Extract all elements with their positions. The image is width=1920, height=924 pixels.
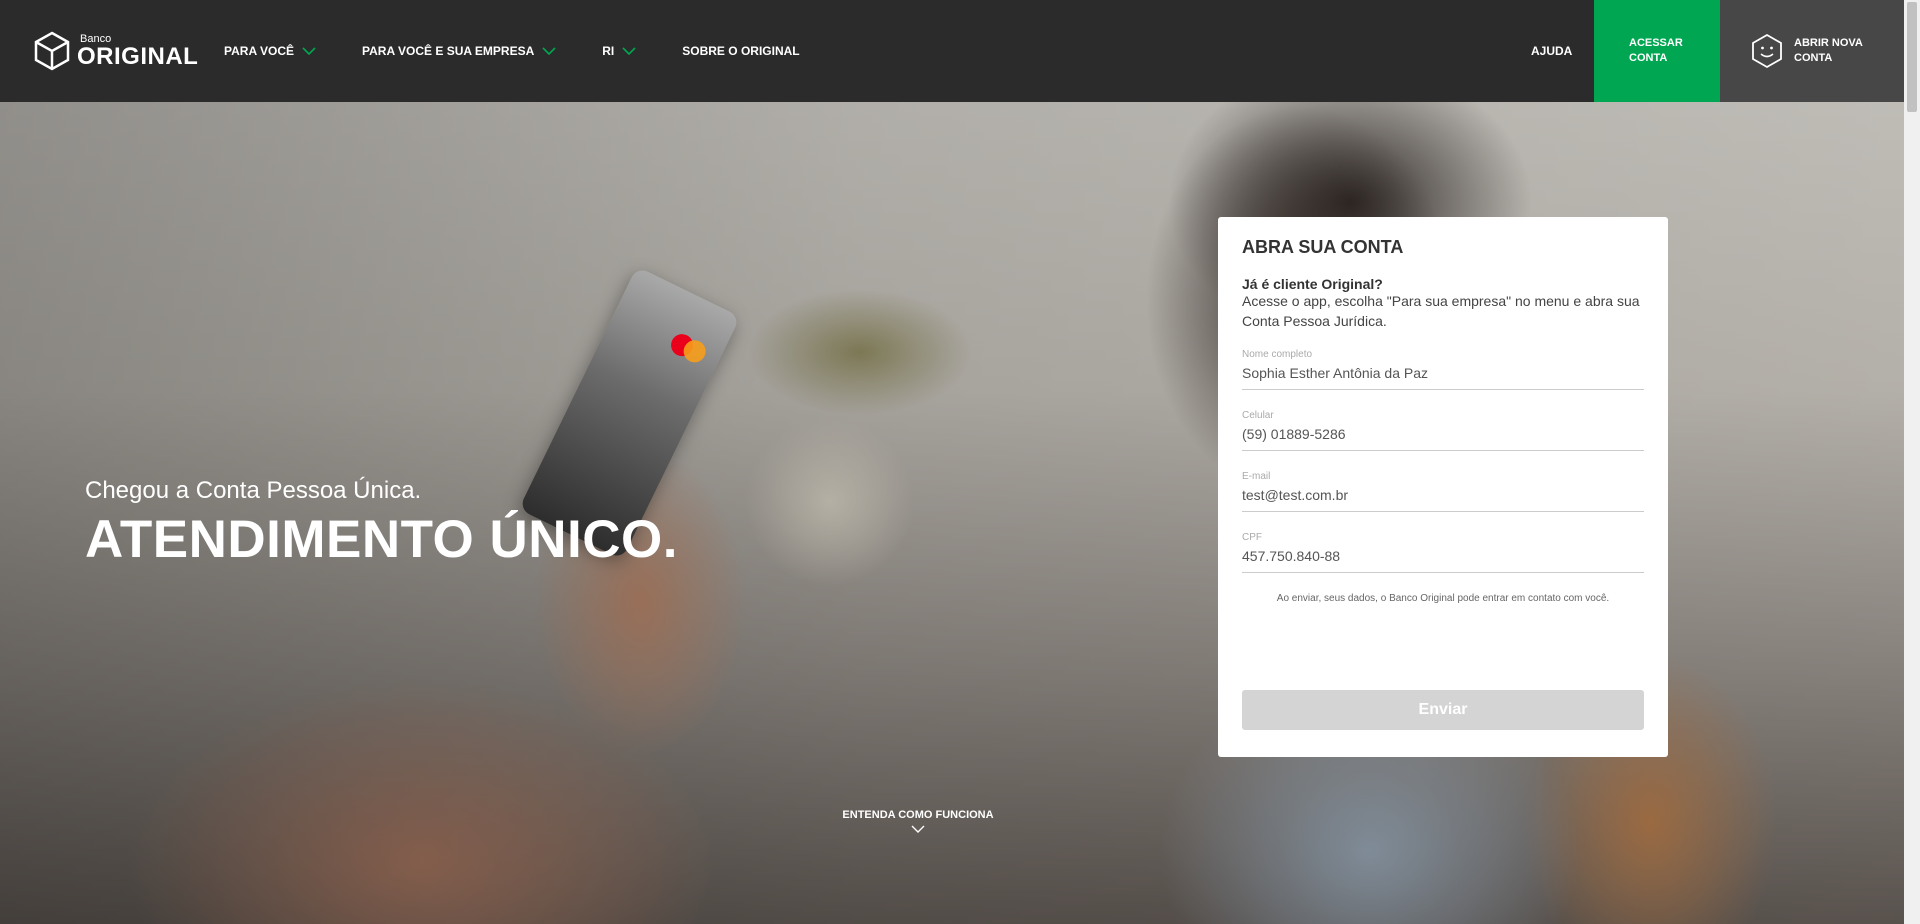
consent-text: Ao enviar, seus dados, o Banco Original … [1276, 593, 1610, 605]
cpf-field: CPF [1242, 532, 1644, 574]
cpf-input[interactable] [1242, 546, 1644, 574]
hero-section: Chegou a Conta Pessoa Única. ATENDIMENTO… [0, 102, 1904, 924]
nav-label: SOBRE O ORIGINAL [682, 44, 800, 58]
main-nav: PARA VOCÊ PARA VOCÊ E SUA EMPRESA RI SOB… [224, 0, 846, 102]
help-link[interactable]: AJUDA [1531, 44, 1572, 58]
field-label: E-mail [1242, 471, 1271, 483]
form-title: ABRA SUA CONTA [1242, 237, 1404, 257]
email-input[interactable] [1242, 485, 1644, 513]
nav-para-voce[interactable]: PARA VOCÊ [224, 44, 316, 58]
full-name-input[interactable] [1242, 363, 1644, 391]
phone-input[interactable] [1242, 424, 1644, 452]
nav-label: PARA VOCÊ [224, 44, 295, 58]
how-it-works-link[interactable]: ENTENDA COMO FUNCIONA [838, 809, 998, 834]
nav-label: RI [602, 44, 615, 58]
logo-big-text: ORIGINAL [77, 42, 199, 70]
form-question: Já é cliente Original? [1242, 276, 1383, 292]
nav-sobre-o-original[interactable]: SOBRE O ORIGINAL [682, 44, 799, 58]
hero-text: Chegou a Conta Pessoa Única. ATENDIMENTO… [85, 477, 678, 570]
field-label: Nome completo [1242, 349, 1313, 361]
hero-title: ATENDIMENTO ÚNICO. [85, 510, 678, 569]
hero-subtitle: Chegou a Conta Pessoa Única. [85, 477, 422, 504]
banco-original-logo[interactable]: Banco ORIGINAL [33, 30, 198, 72]
access-account-label: ACESSAR CONTA [1629, 37, 1683, 64]
nav-para-voce-e-sua-empresa[interactable]: PARA VOCÊ E SUA EMPRESA [362, 44, 556, 58]
chevron-down-icon [911, 825, 925, 833]
top-navbar: Banco ORIGINAL PARA VOCÊ PARA VOCÊ E SUA… [0, 0, 1904, 102]
phone-field: Celular [1242, 410, 1644, 452]
field-label: CPF [1242, 532, 1262, 544]
nav-ri[interactable]: RI [602, 44, 636, 58]
chevron-down-icon [622, 46, 636, 55]
open-new-account-label: ABRIR NOVA CONTA [1794, 37, 1863, 64]
email-field: E-mail [1242, 471, 1644, 513]
cube-logo-icon [34, 31, 70, 71]
smiley-cube-icon [1752, 33, 1782, 69]
submit-button[interactable]: Enviar [1242, 690, 1644, 730]
chevron-down-icon [542, 46, 556, 55]
access-account-button[interactable]: ACESSAR CONTA [1594, 0, 1720, 102]
vertical-scrollbar[interactable] [1904, 0, 1920, 924]
field-label: Celular [1242, 410, 1274, 422]
scrollbar-thumb[interactable] [1907, 2, 1917, 112]
chevron-down-icon [302, 46, 316, 55]
nav-label: PARA VOCÊ E SUA EMPRESA [362, 44, 535, 58]
open-new-account-button[interactable]: ABRIR NOVA CONTA [1720, 0, 1904, 102]
open-account-form: ABRA SUA CONTA Já é cliente Original? Ac… [1218, 217, 1668, 757]
full-name-field: Nome completo [1242, 349, 1644, 391]
how-it-works-label: ENTENDA COMO FUNCIONA [842, 809, 994, 821]
form-description: Acesse o app, escolha "Para sua empresa"… [1242, 293, 1640, 329]
